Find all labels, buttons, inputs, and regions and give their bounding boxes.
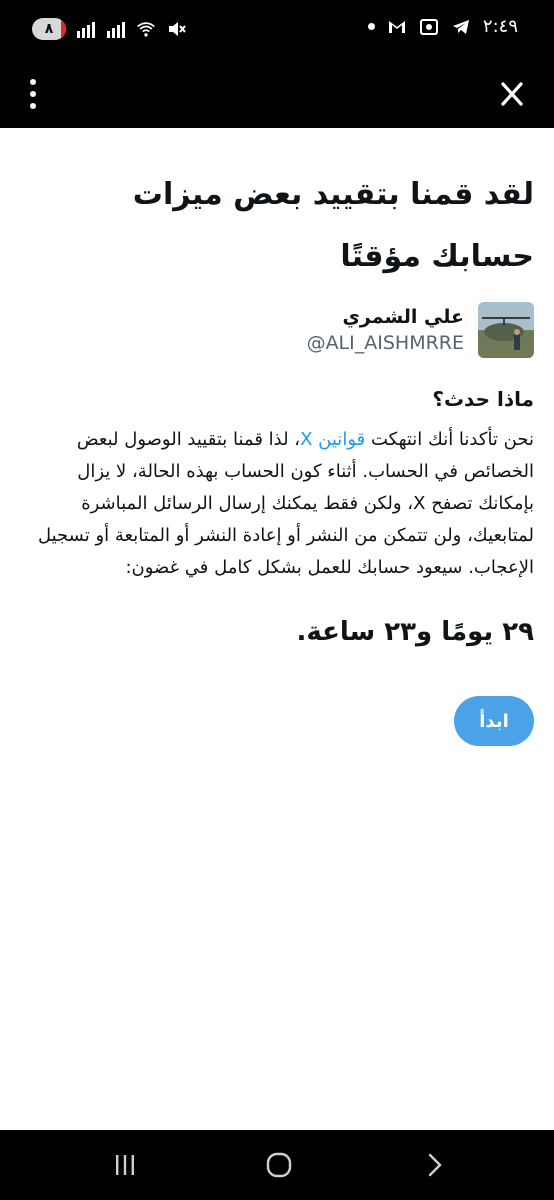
telegram-icon — [452, 19, 469, 34]
profile-name: علي الشمري — [342, 306, 464, 328]
profile-text: علي الشمري @ALI_AISHMRRE — [307, 304, 464, 356]
account-profile: علي الشمري @ALI_AISHMRRE — [20, 302, 534, 358]
mute-icon — [169, 22, 186, 36]
wifi-icon — [137, 22, 155, 37]
profile-handle: @ALI_AISHMRRE — [306, 332, 464, 354]
avatar[interactable] — [478, 302, 534, 358]
system-nav-bar — [0, 1130, 554, 1200]
notification-badge: ٨ — [32, 18, 66, 40]
back-glyph — [428, 1153, 442, 1177]
countdown: ٢٩ يومًا و٢٣ ساعة. — [296, 617, 535, 647]
notification-count: ٨ — [44, 21, 54, 37]
body-after-link: ، لذا قمنا بتقييد الوصول لبعض الخصائص في… — [37, 429, 534, 578]
helicopter-photo — [478, 302, 534, 358]
status-left: ٨ — [32, 18, 186, 40]
signal-icon — [107, 22, 125, 38]
dot-icon — [367, 23, 375, 30]
explanation-text: نحن تأكدنا أنك انتهكت قوانين X، لذا قمنا… — [20, 424, 534, 584]
rules-link[interactable]: قوانين X — [300, 429, 365, 450]
body-before-link: نحن تأكدنا أنك انتهكت — [365, 429, 534, 450]
clock: ٢:٤٩ — [482, 16, 518, 37]
app-bar — [0, 62, 554, 128]
recents-glyph — [116, 1155, 134, 1175]
home-icon[interactable] — [259, 1148, 299, 1182]
start-button[interactable]: ابدأ — [454, 696, 534, 746]
signal-icon — [77, 22, 95, 38]
section-title: ماذا حدث؟ — [432, 387, 534, 411]
close-icon[interactable] — [492, 74, 532, 114]
status-bar: ٨ ٢:٤٩ — [0, 0, 554, 62]
gmail-icon — [388, 20, 405, 33]
back-icon[interactable] — [414, 1148, 454, 1182]
page-title: لقد قمنا بتقييد بعض ميزات حسابك مؤقتًا — [132, 177, 534, 274]
recents-icon[interactable] — [105, 1148, 145, 1182]
close-x-glyph — [501, 82, 523, 106]
home-glyph — [266, 1152, 292, 1178]
menu-dots-icon[interactable] — [25, 72, 41, 116]
screenshot-icon — [419, 18, 438, 35]
status-right: ٢:٤٩ — [367, 16, 518, 37]
restriction-notice: لقد قمنا بتقييد بعض ميزات حسابك مؤقتًا ع… — [0, 128, 554, 1130]
